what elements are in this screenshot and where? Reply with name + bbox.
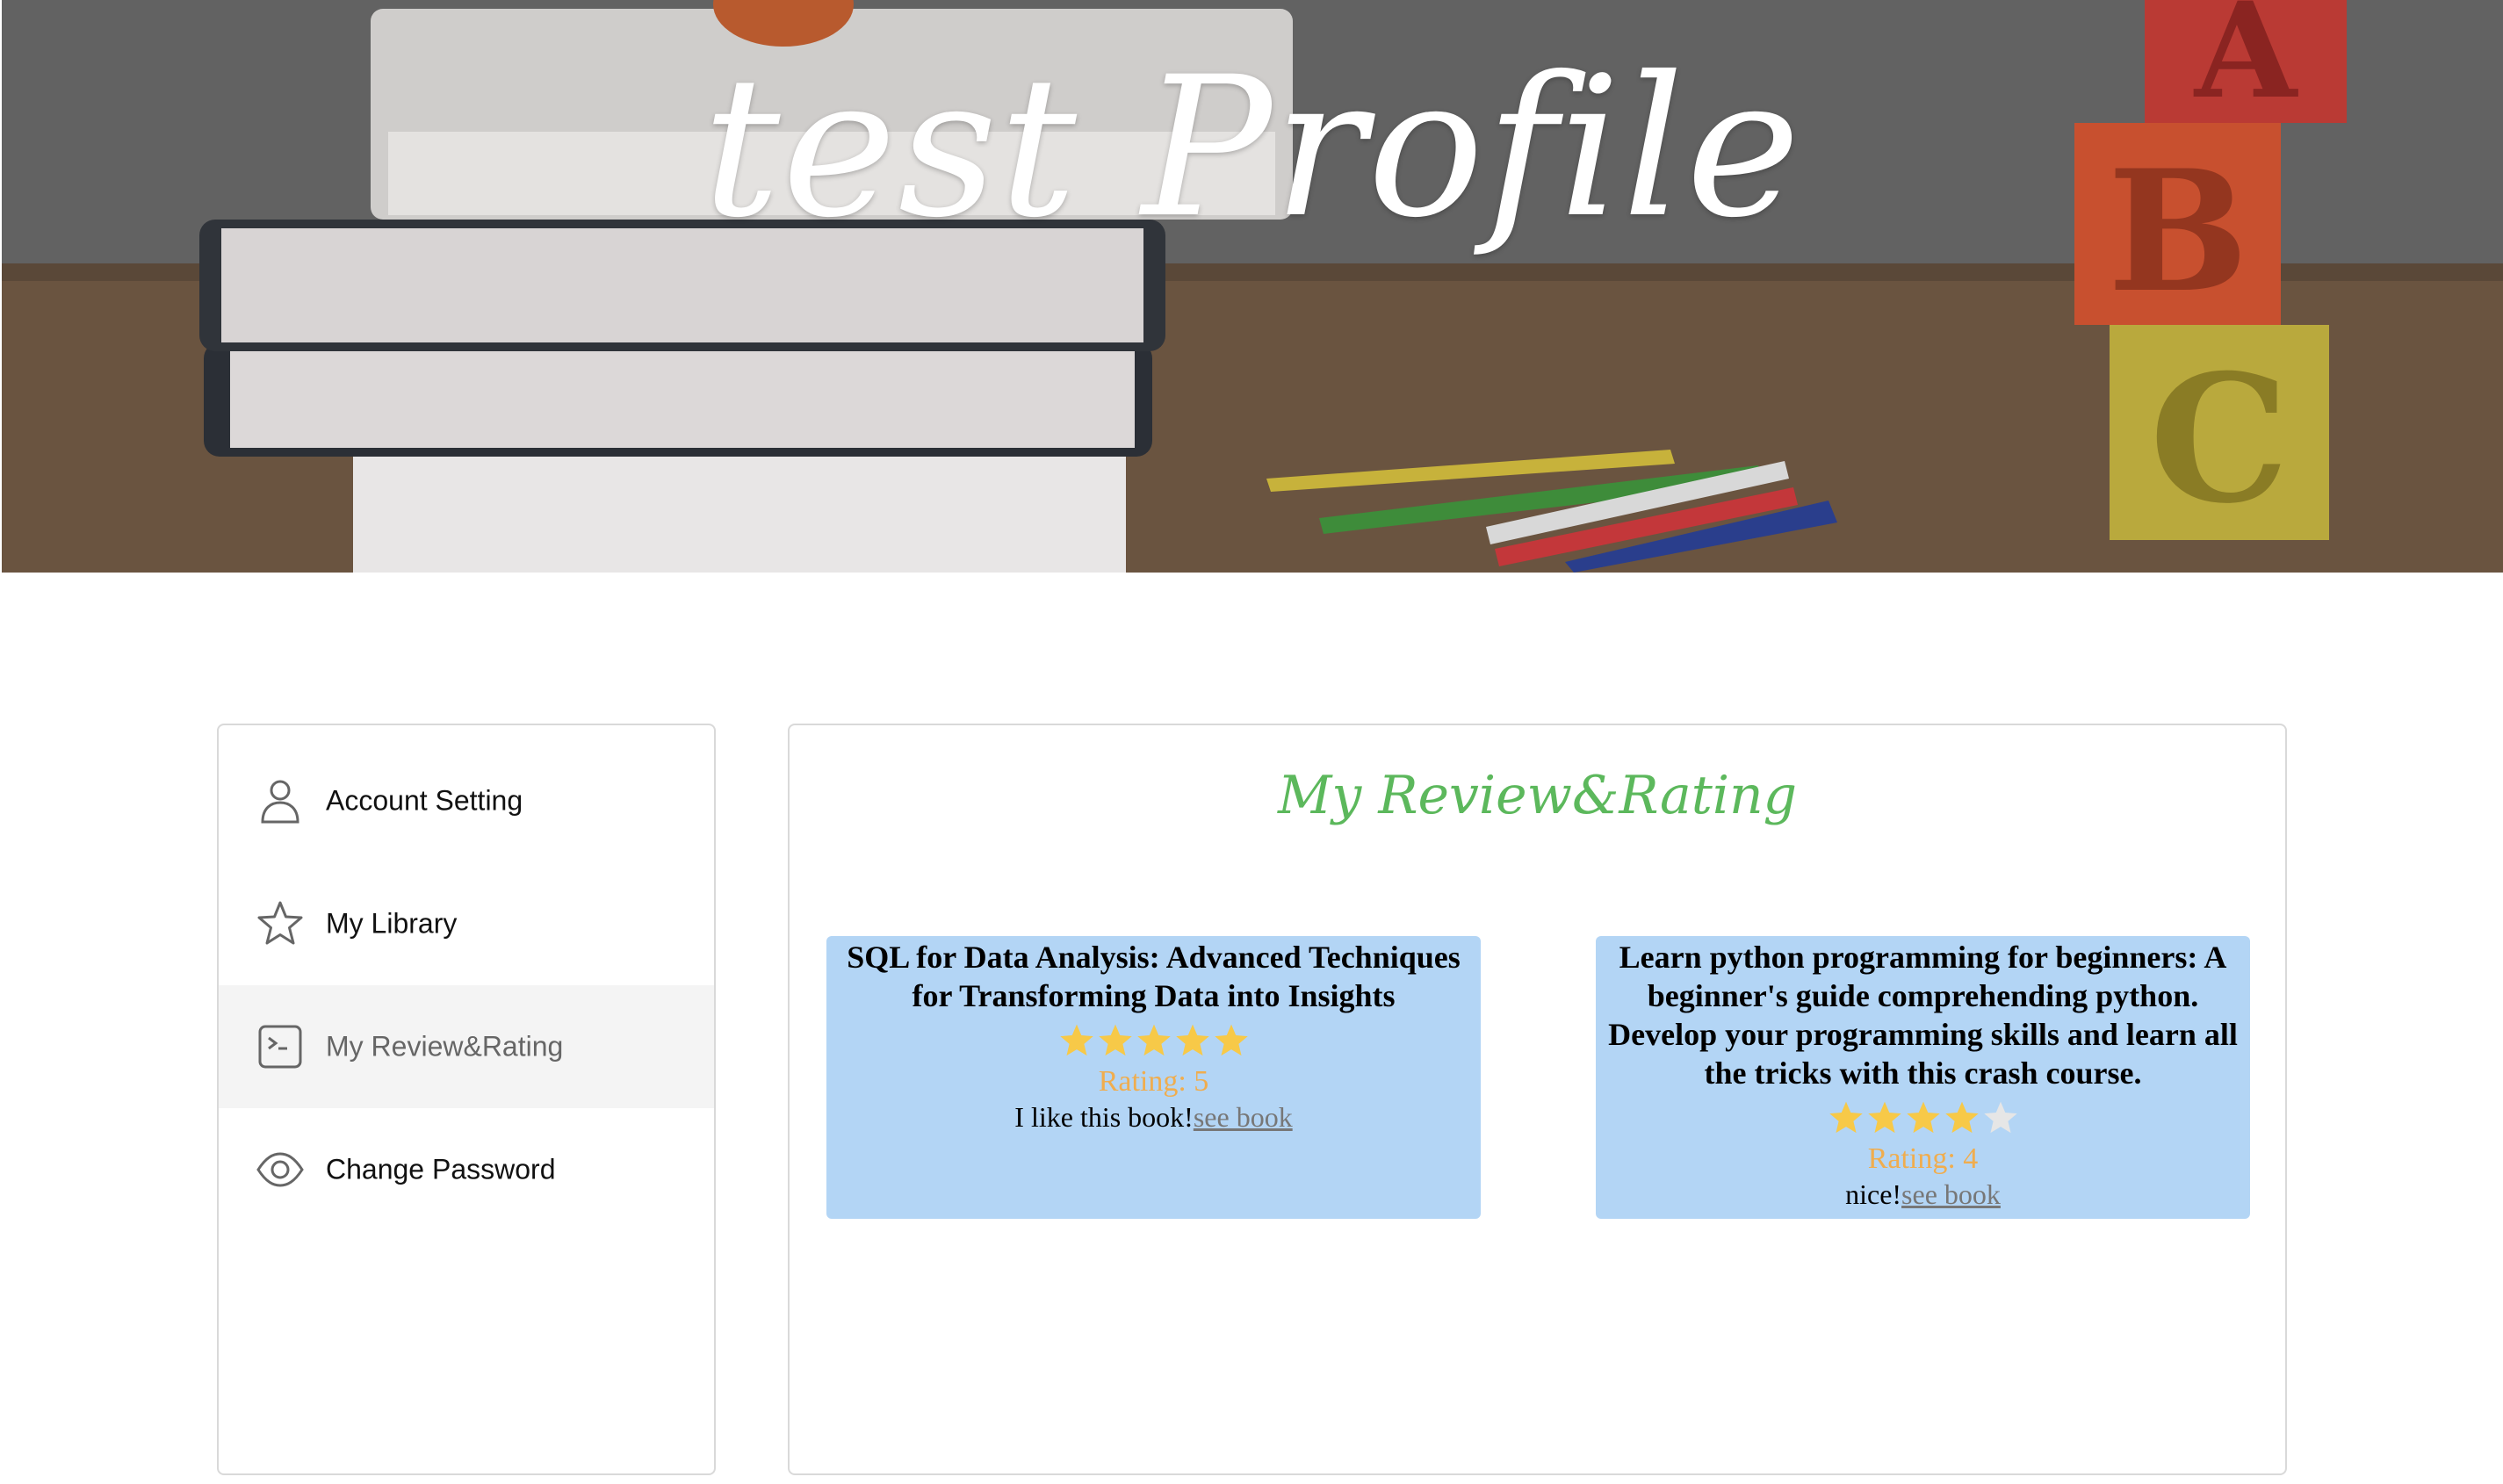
sidebar-item-account-setting[interactable]: Account Setting bbox=[219, 739, 714, 862]
review-comment: nice!see book bbox=[1599, 1177, 2247, 1212]
profile-banner: A B C test Profile bbox=[2, 0, 2503, 573]
star-filled-icon bbox=[1098, 1024, 1132, 1056]
sidebar-item-label: My Library bbox=[326, 907, 458, 940]
review-panel: My Review&Rating SQL for Data Analysis: … bbox=[788, 724, 2287, 1475]
sidebar-item-label: Account Setting bbox=[326, 784, 523, 817]
rating-text: Rating: 5 bbox=[1098, 1065, 1209, 1098]
sidebar-item-label: My Review&Rating bbox=[326, 1030, 564, 1063]
review-comment: I like this book!see book bbox=[830, 1099, 1477, 1135]
star-filled-icon bbox=[1906, 1101, 1940, 1134]
see-book-link[interactable]: see book bbox=[1194, 1101, 1293, 1133]
star-rating bbox=[1599, 1099, 2247, 1142]
star-outline-icon bbox=[256, 899, 305, 948]
profile-title: test Profile bbox=[703, 35, 1802, 260]
panel-title: My Review&Rating bbox=[1277, 765, 1798, 826]
sidebar-item-my-library[interactable]: My Library bbox=[219, 862, 714, 985]
star-filled-icon bbox=[1136, 1024, 1171, 1056]
review-card: Learn python programming for beginners: … bbox=[1596, 936, 2250, 1219]
star-rating bbox=[830, 1022, 1477, 1064]
user-icon bbox=[256, 776, 305, 825]
star-filled-icon bbox=[1867, 1101, 1901, 1134]
eye-icon bbox=[256, 1145, 305, 1194]
profile-sidebar: Account Setting My Library My Review&Rat… bbox=[217, 724, 716, 1475]
book-title: SQL for Data Analysis: Advanced Techniqu… bbox=[847, 940, 1461, 1013]
star-filled-icon bbox=[1944, 1101, 1979, 1134]
star-filled-icon bbox=[1214, 1024, 1248, 1056]
sidebar-item-label: Change Password bbox=[326, 1153, 556, 1185]
star-empty-icon bbox=[1983, 1101, 2017, 1134]
star-filled-icon bbox=[1175, 1024, 1209, 1056]
sidebar-item-my-review-rating[interactable]: My Review&Rating bbox=[219, 985, 714, 1108]
sidebar-item-change-password[interactable]: Change Password bbox=[219, 1108, 714, 1231]
comment-text: nice! bbox=[1845, 1178, 1902, 1210]
star-filled-icon bbox=[1059, 1024, 1093, 1056]
comment-text: I like this book! bbox=[1014, 1101, 1194, 1133]
star-filled-icon bbox=[1829, 1101, 1863, 1134]
terminal-icon bbox=[256, 1022, 305, 1071]
book-title: Learn python programming for beginners: … bbox=[1608, 940, 2238, 1091]
review-card: SQL for Data Analysis: Advanced Techniqu… bbox=[826, 936, 1481, 1219]
see-book-link[interactable]: see book bbox=[1901, 1178, 2001, 1210]
svg-text:C: C bbox=[2149, 336, 2289, 543]
rating-text: Rating: 4 bbox=[1867, 1142, 1979, 1175]
